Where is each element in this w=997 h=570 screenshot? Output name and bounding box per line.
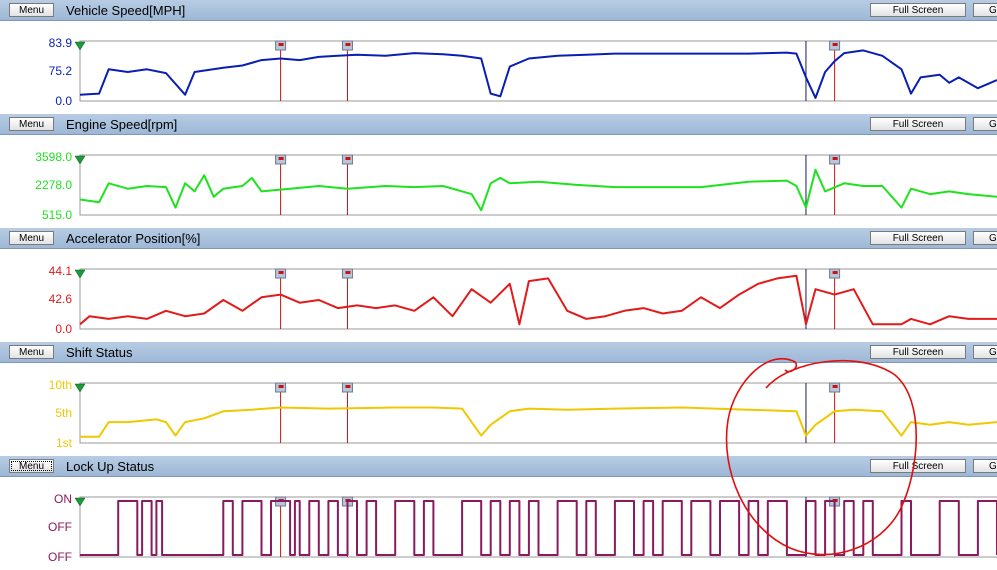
graph-options-button[interactable]: G — [973, 345, 997, 359]
y-tick-label: ON — [54, 492, 72, 506]
chart-panel: Menu Vehicle Speed[MPH] Full Screen G 83.9 75… — [0, 0, 997, 114]
plot-area: ON OFF OFF — [0, 477, 997, 569]
menu-button[interactable]: Menu — [9, 459, 54, 473]
y-tick-label: 10th — [49, 378, 72, 392]
panel-header: Menu Shift Status Full Screen G — [0, 342, 997, 363]
graph-options-button[interactable]: G — [973, 459, 997, 473]
series-line — [79, 274, 997, 326]
marker-flag-red-icon — [345, 157, 351, 160]
y-tick-label: 3598.0 — [35, 150, 72, 164]
plot-area: 3598.0 2278.0 515.0 — [0, 135, 997, 227]
plot-area: 44.1 42.6 0.0 — [0, 249, 997, 341]
start-marker-icon[interactable] — [74, 155, 86, 165]
line-chart: 10th 5th 1st — [49, 378, 997, 450]
marker-flag-red-icon — [278, 271, 284, 274]
full-screen-button[interactable]: Full Screen — [870, 117, 966, 131]
menu-button[interactable]: Menu — [9, 117, 54, 131]
plot-area: 10th 5th 1st — [0, 363, 997, 455]
y-tick-label: 0.0 — [55, 322, 72, 336]
line-chart: 3598.0 2278.0 515.0 — [35, 150, 997, 222]
y-tick-label: 515.0 — [42, 208, 72, 222]
y-tick-label: 83.9 — [49, 36, 73, 50]
series-line — [80, 406, 997, 438]
chart-panel: Menu Lock Up Status Full Screen G ON OFF OFF — [0, 456, 997, 570]
marker-flag-red-icon — [832, 43, 838, 46]
marker-flag-red-icon — [278, 157, 284, 160]
full-screen-button[interactable]: Full Screen — [870, 459, 966, 473]
marker-flag-red-icon — [345, 43, 351, 46]
chart-panel: Menu Accelerator Position[%] Full Screen G 4… — [0, 228, 997, 342]
panel-header: Menu Lock Up Status Full Screen G — [0, 456, 997, 477]
full-screen-button[interactable]: Full Screen — [870, 231, 966, 245]
y-tick-label: 5th — [55, 406, 72, 420]
chart-panel: Menu Engine Speed[rpm] Full Screen G 3598.0 2… — [0, 114, 997, 228]
full-screen-button[interactable]: Full Screen — [870, 3, 966, 17]
start-marker-icon[interactable] — [74, 497, 86, 507]
marker-flag-red-icon — [832, 385, 838, 388]
menu-button[interactable]: Menu — [9, 231, 54, 245]
marker-flag-red-icon — [345, 385, 351, 388]
series-line — [79, 168, 997, 212]
panel-header: Menu Accelerator Position[%] Full Screen G — [0, 228, 997, 249]
series-line — [80, 500, 997, 556]
graph-options-button[interactable]: G — [973, 117, 997, 131]
marker-flag-red-icon — [345, 271, 351, 274]
panel-title: Vehicle Speed[MPH] — [66, 3, 186, 18]
y-tick-label: 1st — [56, 436, 73, 450]
y-tick-label: 2278.0 — [35, 178, 72, 192]
panel-title: Lock Up Status — [66, 459, 155, 474]
line-chart: 44.1 42.6 0.0 — [49, 264, 997, 336]
panel-title: Engine Speed[rpm] — [66, 117, 178, 132]
panel-title: Accelerator Position[%] — [66, 231, 201, 246]
panel-title: Shift Status — [66, 345, 133, 360]
plot-area: 83.9 75.2 0.0 — [0, 21, 997, 113]
panel-header: Menu Vehicle Speed[MPH] Full Screen G — [0, 0, 997, 21]
menu-button[interactable]: Menu — [9, 3, 54, 17]
y-tick-label: 42.6 — [49, 292, 73, 306]
y-tick-label: 44.1 — [49, 264, 73, 278]
marker-flag-red-icon — [278, 385, 284, 388]
panel-header: Menu Engine Speed[rpm] Full Screen G — [0, 114, 997, 135]
start-marker-icon[interactable] — [74, 269, 86, 279]
graph-options-button[interactable]: G — [973, 231, 997, 245]
start-marker-icon[interactable] — [74, 41, 86, 51]
graph-options-button[interactable]: G — [973, 3, 997, 17]
marker-flag-red-icon — [832, 157, 838, 160]
y-tick-label: 0.0 — [55, 94, 72, 108]
y-tick-label: 75.2 — [49, 64, 73, 78]
y-tick-label: OFF — [48, 520, 72, 534]
series-line — [79, 49, 997, 99]
line-chart: ONOFFOFF — [48, 492, 997, 564]
marker-flag-red-icon — [278, 43, 284, 46]
marker-flag-red-icon — [832, 271, 838, 274]
menu-button[interactable]: Menu — [9, 345, 54, 359]
full-screen-button[interactable]: Full Screen — [870, 345, 966, 359]
line-chart: 83.9 75.2 0.0 — [49, 36, 997, 108]
chart-panel: Menu Shift Status Full Screen G 10th 5th 1st — [0, 342, 997, 456]
start-marker-icon[interactable] — [74, 383, 86, 393]
